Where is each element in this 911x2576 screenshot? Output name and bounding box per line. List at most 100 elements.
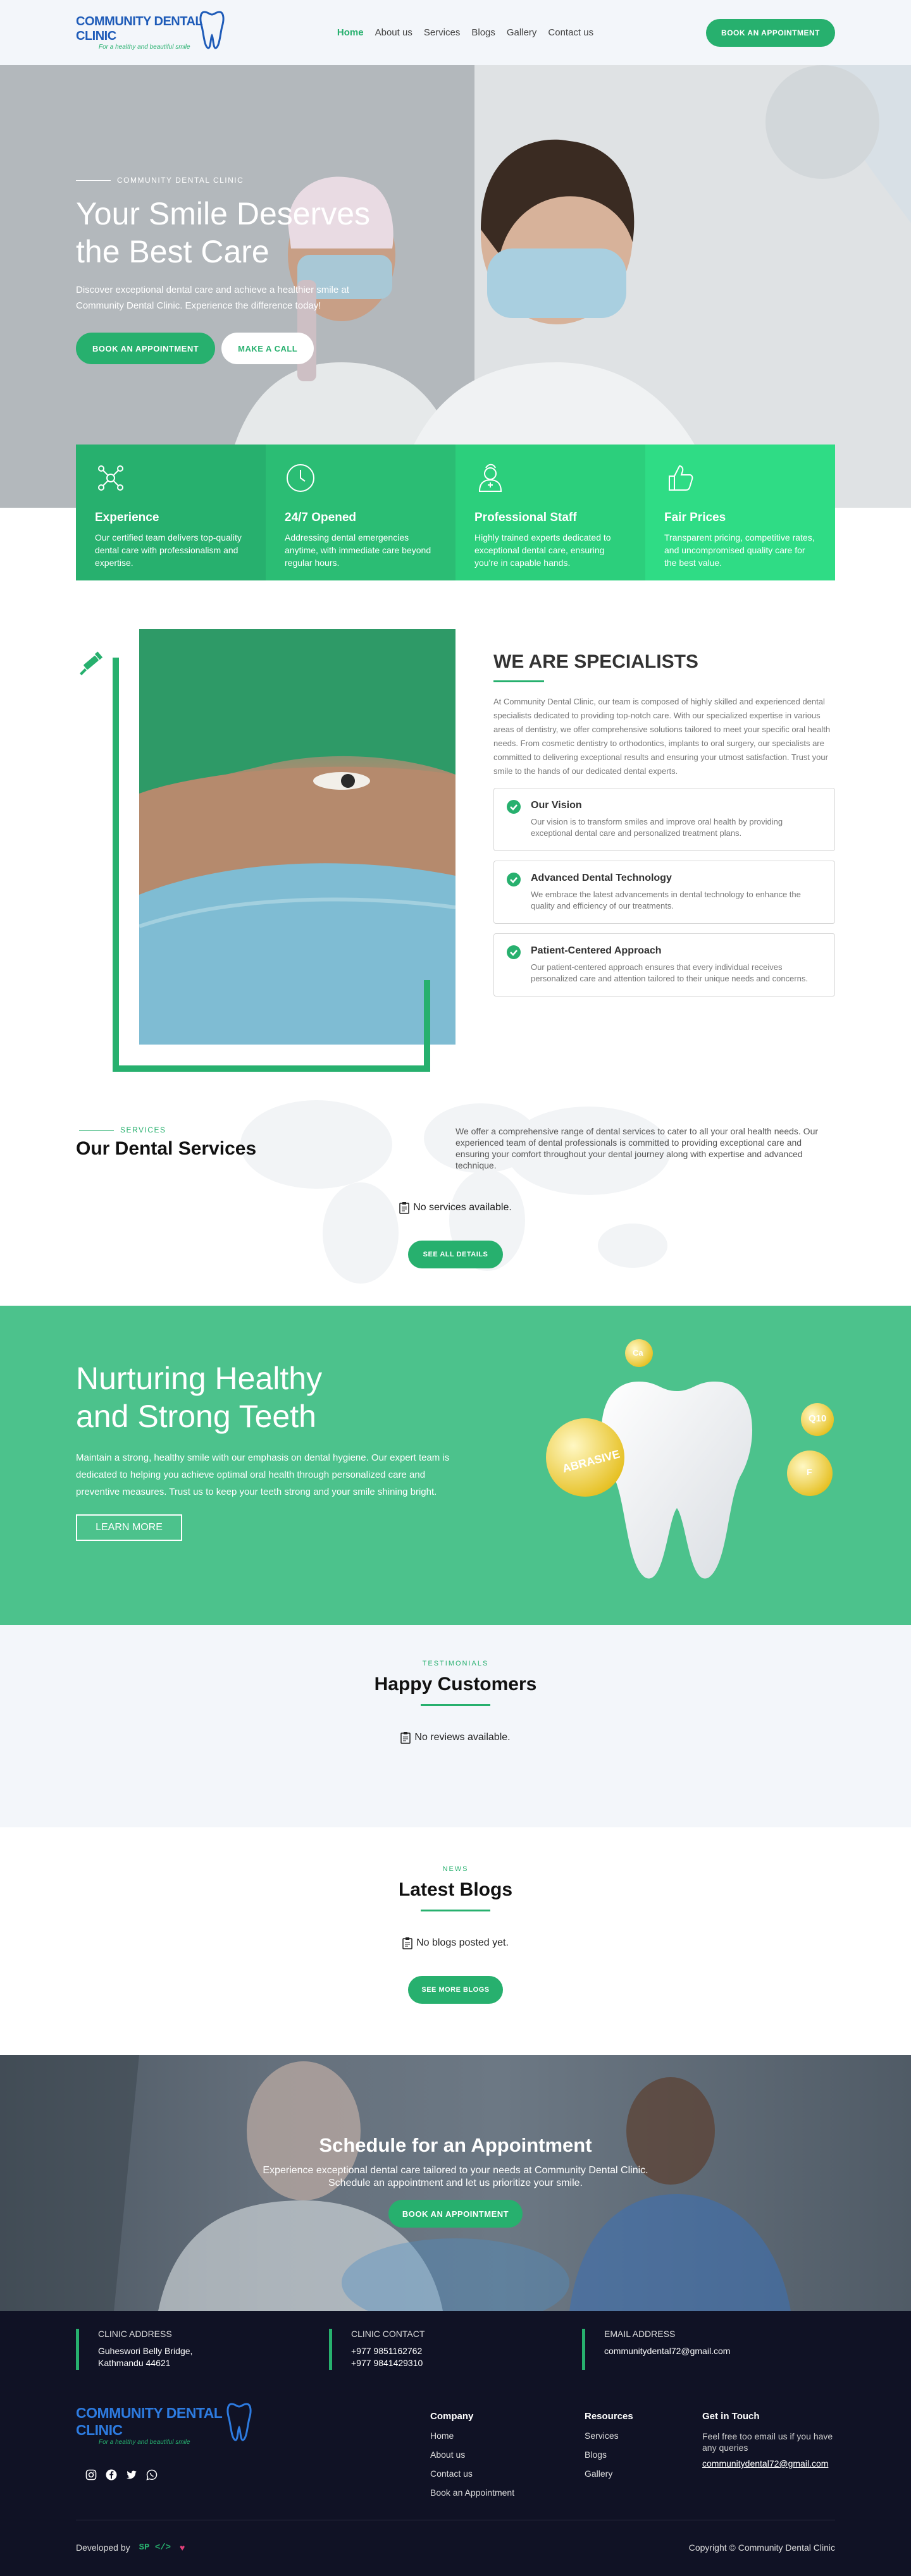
see-all-details-button[interactable]: SEE ALL DETAILS bbox=[408, 1241, 503, 1268]
bubble-label-ca: Ca bbox=[633, 1348, 643, 1358]
appointment-title: Schedule for an Appointment bbox=[319, 2134, 592, 2156]
learn-more-button[interactable]: LEARN MORE bbox=[76, 1514, 182, 1541]
footer-link-about[interactable]: About us bbox=[430, 2450, 514, 2460]
title-underline bbox=[421, 1910, 490, 1911]
card-text: We embrace the latest advancements in de… bbox=[531, 890, 801, 911]
see-more-blogs-button[interactable]: SEE MORE BLOGS bbox=[408, 1976, 503, 2004]
bubble-label-q10: Q10 bbox=[809, 1413, 827, 1424]
world-map-background bbox=[240, 1100, 671, 1284]
appointment-line2: Schedule an appointment and let us prior… bbox=[328, 2178, 583, 2188]
testimonials-eyebrow: TESTIMONIALS bbox=[422, 1660, 489, 1667]
tooth-icon bbox=[199, 10, 225, 49]
services-title: Our Dental Services bbox=[76, 1138, 257, 1159]
footer-link-gallery[interactable]: Gallery bbox=[585, 2469, 633, 2479]
hero-section: COMMUNITY DENTAL CLINIC Your Smile Deser… bbox=[0, 65, 911, 508]
address-line1: Guheswori Belly Bridge, bbox=[98, 2346, 193, 2356]
card-technology: Advanced Dental Technology We embrace th… bbox=[493, 861, 835, 924]
feature-text: Highly trained experts dedicated to exce… bbox=[474, 532, 611, 568]
services-eyebrow: SERVICES bbox=[79, 1125, 166, 1134]
card-text: Our vision is to transform smiles and im… bbox=[531, 817, 783, 838]
blogs-section: NEWS Latest Blogs No blogs posted yet. S… bbox=[0, 1827, 911, 2055]
footer-link-contact[interactable]: Contact us bbox=[430, 2469, 514, 2479]
nav-gallery[interactable]: Gallery bbox=[507, 27, 537, 38]
phone-2[interactable]: +977 9841429310 bbox=[351, 2358, 423, 2368]
tooth-icon bbox=[226, 2403, 252, 2441]
facebook-icon[interactable] bbox=[106, 2469, 117, 2481]
footer-resources-col: Resources Services Blogs Gallery bbox=[585, 2411, 633, 2479]
feature-text: Transparent pricing, competitive rates, … bbox=[664, 532, 815, 568]
phone-1[interactable]: +977 9851162762 bbox=[351, 2346, 422, 2356]
footer-bottom-bar: Developed by SP </> ♥ Copyright © Commun… bbox=[76, 2520, 835, 2553]
feature-prices: Fair Prices Transparent pricing, competi… bbox=[645, 445, 835, 580]
address-label: CLINIC ADDRESS bbox=[98, 2329, 172, 2339]
clipboard-icon bbox=[400, 1732, 411, 1744]
appointment-section: Schedule for an Appointment Experience e… bbox=[0, 2055, 911, 2311]
network-icon bbox=[98, 465, 123, 491]
nav-home[interactable]: Home bbox=[337, 27, 364, 38]
twitter-icon[interactable] bbox=[126, 2469, 137, 2481]
appointment-book-button[interactable]: BOOK AN APPOINTMENT bbox=[388, 2200, 523, 2228]
footer-logo[interactable]: COMMUNITY DENTAL CLINIC For a healthy an… bbox=[76, 2400, 252, 2450]
nav-blogs[interactable]: Blogs bbox=[471, 27, 495, 38]
services-description: We offer a comprehensive range of dental… bbox=[456, 1126, 819, 1170]
footer-link-blogs[interactable]: Blogs bbox=[585, 2450, 633, 2460]
developer-logo[interactable]: SP </> bbox=[139, 2542, 171, 2553]
blogs-empty-state: No blogs posted yet. bbox=[0, 1937, 911, 1949]
feature-title: Experience bbox=[95, 511, 159, 524]
nurture-title: Nurturing Healthy and Strong Teeth bbox=[76, 1359, 468, 1435]
email-address[interactable]: communitydental72@gmail.com bbox=[604, 2346, 730, 2356]
testimonials-section: TESTIMONIALS Happy Customers No reviews … bbox=[0, 1625, 911, 1827]
instagram-icon[interactable] bbox=[85, 2469, 97, 2481]
hero-book-button[interactable]: BOOK AN APPOINTMENT bbox=[76, 333, 216, 364]
footer-logo-title: COMMUNITY DENTAL CLINIC bbox=[76, 2404, 222, 2438]
heart-icon: ♥ bbox=[180, 2542, 185, 2553]
hero-title-line2: the Best Care bbox=[76, 234, 270, 269]
thumbs-up-icon bbox=[669, 465, 693, 491]
testimonials-title: Happy Customers bbox=[374, 1674, 537, 1695]
clock-icon bbox=[287, 464, 314, 492]
hero-eyebrow-text: COMMUNITY DENTAL CLINIC bbox=[117, 176, 244, 185]
check-icon bbox=[507, 945, 521, 959]
nav-contact[interactable]: Contact us bbox=[548, 27, 593, 38]
specialists-section: WE ARE SPECIALISTS At Community Dental C… bbox=[0, 629, 911, 1072]
card-text: Our patient-centered approach ensures th… bbox=[531, 962, 808, 983]
feature-text: Our certified team delivers top-quality … bbox=[95, 532, 242, 568]
clinic-contact: CLINIC CONTACT +977 9851162762 +977 98414… bbox=[329, 2329, 582, 2370]
social-links bbox=[85, 2469, 158, 2481]
card-title: Our Vision bbox=[531, 800, 582, 811]
contact-row: CLINIC ADDRESS Guheswori Belly Bridge, Ka… bbox=[76, 2329, 835, 2370]
touch-email-link[interactable]: communitydental72@gmail.com bbox=[702, 2458, 835, 2469]
services-empty-text: No services available. bbox=[413, 1202, 512, 1213]
clipboard-icon bbox=[399, 1202, 409, 1214]
specialists-title: WE ARE SPECIALISTS bbox=[493, 651, 698, 672]
footer-link-appointment[interactable]: Book an Appointment bbox=[430, 2487, 514, 2498]
touch-text: Feel free too email us if you have any q… bbox=[702, 2431, 833, 2453]
footer-link-services[interactable]: Services bbox=[585, 2431, 633, 2441]
feature-text: Addressing dental emergencies anytime, w… bbox=[285, 532, 431, 568]
appointment-content: Schedule for an Appointment Experience e… bbox=[0, 2134, 911, 2228]
clinic-logo[interactable]: COMMUNITY DENTAL CLINIC For a healthy an… bbox=[76, 8, 225, 58]
card-title: Advanced Dental Technology bbox=[531, 873, 672, 883]
nav-services[interactable]: Services bbox=[424, 27, 461, 38]
check-icon bbox=[507, 800, 521, 814]
nurture-title-line2: and Strong Teeth bbox=[76, 1399, 316, 1434]
email-label: EMAIL ADDRESS bbox=[604, 2329, 676, 2339]
clinic-email: EMAIL ADDRESS communitydental72@gmail.co… bbox=[582, 2329, 835, 2370]
services-empty-state: No services available. bbox=[0, 1201, 911, 1214]
nav-about[interactable]: About us bbox=[375, 27, 412, 38]
doctor-icon bbox=[478, 463, 502, 492]
hero-content: COMMUNITY DENTAL CLINIC Your Smile Deser… bbox=[76, 176, 430, 364]
hero-call-button[interactable]: MAKE A CALL bbox=[221, 333, 314, 364]
title-underline bbox=[493, 680, 544, 682]
feature-24-7: 24/7 Opened Addressing dental emergencie… bbox=[266, 445, 456, 580]
header-book-button[interactable]: BOOK AN APPOINTMENT bbox=[706, 18, 835, 47]
feature-experience: Experience Our certified team delivers t… bbox=[76, 445, 266, 580]
whatsapp-icon[interactable] bbox=[146, 2469, 158, 2481]
card-title: Patient-Centered Approach bbox=[531, 945, 662, 956]
developer-brand: SP bbox=[139, 2542, 150, 2553]
nurture-title-line1: Nurturing Healthy bbox=[76, 1361, 323, 1396]
hero-eyebrow: COMMUNITY DENTAL CLINIC bbox=[76, 176, 430, 185]
nurture-content: Nurturing Healthy and Strong Teeth Mainta… bbox=[76, 1359, 468, 1541]
footer-link-home[interactable]: Home bbox=[430, 2431, 514, 2441]
tooth-illustration bbox=[546, 1339, 834, 1579]
